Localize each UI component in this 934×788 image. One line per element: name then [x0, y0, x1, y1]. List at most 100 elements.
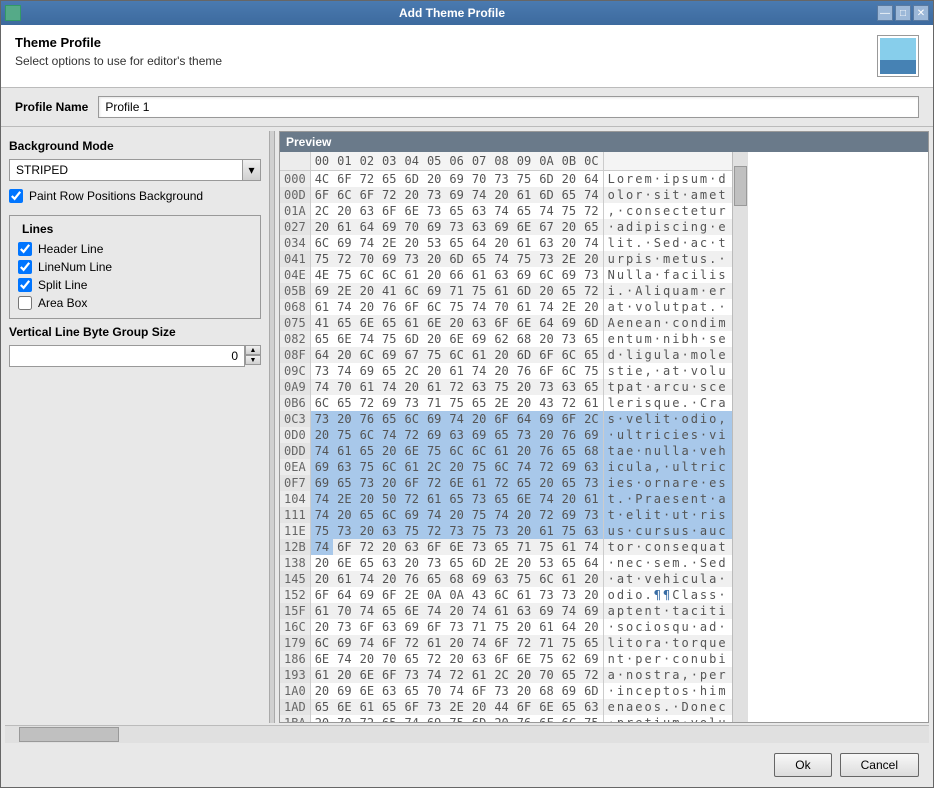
hex-cell[interactable]: 20 [310, 427, 333, 443]
hex-cell[interactable]: 6F [310, 187, 333, 203]
hex-cell[interactable]: 65 [310, 331, 333, 347]
hex-cell[interactable]: 43 [535, 395, 557, 411]
hex-cell[interactable]: 65 [445, 203, 467, 219]
hex-cell[interactable]: 63 [468, 203, 490, 219]
hex-cell[interactable]: 6E [513, 219, 535, 235]
hex-cell[interactable]: 74 [333, 651, 355, 667]
hex-cell[interactable]: 69 [333, 683, 355, 699]
hex-cell[interactable]: 74 [445, 683, 467, 699]
hex-cell[interactable]: 72 [356, 715, 378, 722]
hex-cell[interactable]: 6F [310, 587, 333, 603]
ascii-cell[interactable]: a·nostra,·per [603, 667, 732, 683]
hex-cell[interactable]: 69 [333, 235, 355, 251]
hex-cell[interactable]: 69 [356, 363, 378, 379]
hex-cell[interactable]: 6D [445, 251, 467, 267]
hex-cell[interactable]: 6C [445, 443, 467, 459]
hex-cell[interactable]: 64 [535, 315, 557, 331]
hex-cell[interactable]: 70 [333, 379, 355, 395]
hex-cell[interactable]: 69 [423, 283, 445, 299]
hex-cell[interactable]: 6F [423, 619, 445, 635]
hex-cell[interactable]: 63 [580, 523, 603, 539]
hex-cell[interactable]: 75 [310, 251, 333, 267]
hex-cell[interactable]: 69 [490, 219, 512, 235]
hex-cell[interactable]: 65 [445, 235, 467, 251]
hex-cell[interactable]: 44 [490, 699, 512, 715]
hex-cell[interactable]: 72 [401, 491, 423, 507]
hex-cell[interactable]: 20 [513, 507, 535, 523]
hex-cell[interactable]: 61 [513, 235, 535, 251]
hex-cell[interactable]: 61 [310, 667, 333, 683]
hex-cell[interactable]: 73 [558, 331, 580, 347]
hex-cell[interactable]: 6F [535, 363, 557, 379]
hex-cell[interactable]: 6F [423, 539, 445, 555]
bgmode-select[interactable]: STRIPED [9, 159, 243, 181]
hex-cell[interactable]: 76 [378, 299, 400, 315]
hex-cell[interactable]: 65 [490, 427, 512, 443]
hex-cell[interactable]: 2C [423, 459, 445, 475]
hex-cell[interactable]: 70 [378, 651, 400, 667]
hex-cell[interactable]: 6D [401, 331, 423, 347]
hex-cell[interactable]: 75 [445, 715, 467, 722]
hex-cell[interactable]: 2E [333, 283, 355, 299]
hex-cell[interactable]: 61 [558, 539, 580, 555]
hex-cell[interactable]: 20 [558, 171, 580, 188]
hex-cell[interactable]: 6F [333, 171, 355, 188]
hex-cell[interactable]: 20 [333, 507, 355, 523]
hex-cell[interactable]: 2E [490, 395, 512, 411]
hex-cell[interactable]: 20 [445, 651, 467, 667]
hex-cell[interactable]: 61 [401, 315, 423, 331]
hex-cell[interactable]: 72 [535, 507, 557, 523]
hex-cell[interactable]: 63 [378, 619, 400, 635]
hex-cell[interactable]: 69 [580, 603, 603, 619]
profile-name-input[interactable] [98, 96, 919, 118]
hex-cell[interactable]: 6C [378, 459, 400, 475]
ascii-cell[interactable]: ·sociosqu·ad· [603, 619, 732, 635]
hex-cell[interactable]: 68 [513, 331, 535, 347]
hex-cell[interactable]: 65 [558, 187, 580, 203]
hex-cell[interactable]: 6E [445, 475, 467, 491]
vbyte-down-button[interactable]: ▼ [245, 355, 261, 365]
hex-cell[interactable]: 71 [445, 283, 467, 299]
hex-cell[interactable]: 75 [401, 523, 423, 539]
hex-cell[interactable]: 6F [401, 475, 423, 491]
hex-cell[interactable]: 6F [558, 411, 580, 427]
hex-cell[interactable]: 75 [558, 523, 580, 539]
ascii-cell[interactable]: entum·nibh·se [603, 331, 732, 347]
hex-cell[interactable]: 63 [490, 267, 512, 283]
hex-cell[interactable]: 74 [513, 459, 535, 475]
hex-cell[interactable]: 20 [423, 251, 445, 267]
hex-cell[interactable]: 20 [513, 667, 535, 683]
ascii-cell[interactable]: tor·consequat [603, 539, 732, 555]
hex-cell[interactable]: 73 [580, 267, 603, 283]
hex-cell[interactable]: 73 [468, 491, 490, 507]
hex-cell[interactable]: 20 [468, 411, 490, 427]
hex-cell[interactable]: 6C [558, 715, 580, 722]
hex-cell[interactable]: 6C [310, 395, 333, 411]
hex-cell[interactable]: 4C [310, 171, 333, 188]
ok-button[interactable]: Ok [774, 753, 831, 777]
vbyte-up-button[interactable]: ▲ [245, 345, 261, 355]
hex-cell[interactable]: 2E [378, 235, 400, 251]
hex-cell[interactable]: 69 [310, 459, 333, 475]
hex-cell[interactable]: 73 [423, 187, 445, 203]
hex-cell[interactable]: 69 [445, 171, 467, 188]
hex-cell[interactable]: 72 [445, 379, 467, 395]
hex-cell[interactable]: 6C [535, 267, 557, 283]
hex-cell[interactable]: 6E [445, 539, 467, 555]
hex-cell[interactable]: 20 [535, 331, 557, 347]
hex-cell[interactable]: 75 [333, 267, 355, 283]
hex-cell[interactable]: 6C [558, 347, 580, 363]
hex-cell[interactable]: 69 [580, 427, 603, 443]
ascii-cell[interactable]: at·volutpat.· [603, 299, 732, 315]
hex-cell[interactable]: 20 [490, 187, 512, 203]
hex-cell[interactable]: 61 [401, 267, 423, 283]
hex-cell[interactable]: 20 [356, 523, 378, 539]
hex-cell[interactable]: 6E [356, 683, 378, 699]
hex-cell[interactable]: 61 [445, 363, 467, 379]
hex-cell[interactable]: 69 [401, 619, 423, 635]
hex-cell[interactable]: 20 [378, 443, 400, 459]
hex-cell[interactable]: 41 [310, 315, 333, 331]
ascii-cell[interactable]: Lorem·ipsum·d [603, 171, 732, 188]
hex-cell[interactable]: 6D [513, 283, 535, 299]
hex-cell[interactable]: 6E [513, 315, 535, 331]
